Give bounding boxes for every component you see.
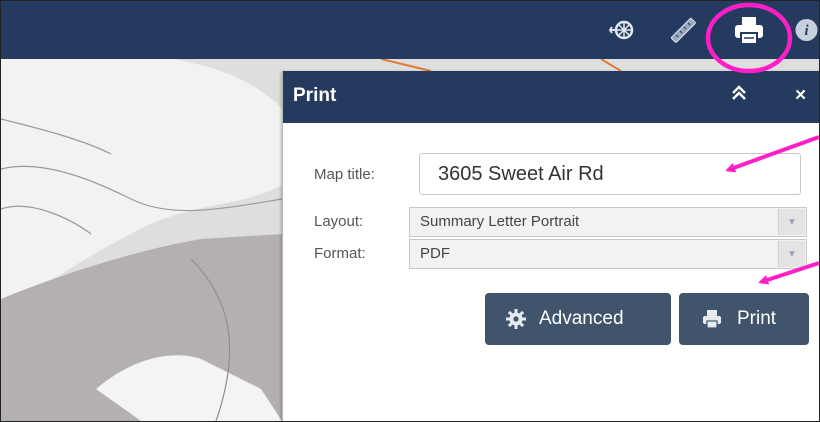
print-button-label: Print [737, 308, 777, 329]
measure-icon[interactable] [605, 13, 639, 47]
layout-label: Layout: [314, 213, 364, 230]
layout-selected-value: Summary Letter Portrait [420, 213, 580, 230]
top-toolbar: i [1, 1, 819, 59]
panel-title: Print [293, 85, 337, 106]
print-button[interactable]: Print [679, 293, 809, 345]
app-window: i Print × Map title: 3605 Sweet Air Rd L… [0, 0, 820, 422]
format-select[interactable]: PDF ▼ [409, 239, 807, 269]
ruler-icon[interactable] [665, 13, 699, 47]
format-label: Format: [314, 245, 366, 262]
print-icon[interactable] [732, 13, 766, 47]
gear-icon [506, 309, 526, 329]
format-selected-value: PDF [420, 245, 450, 262]
print-panel: Print × Map title: 3605 Sweet Air Rd Lay… [282, 71, 819, 421]
map-title-input[interactable]: 3605 Sweet Air Rd [419, 153, 801, 195]
info-icon[interactable]: i [794, 13, 819, 47]
close-button[interactable]: × [795, 85, 806, 107]
map-title-label: Map title: [314, 166, 375, 183]
collapse-button[interactable] [731, 85, 747, 107]
double-chevron-up-icon [732, 85, 746, 100]
advanced-button-label: Advanced [539, 308, 624, 329]
dropdown-arrow-icon[interactable]: ▼ [778, 209, 805, 235]
print-icon [703, 310, 721, 329]
dropdown-arrow-icon[interactable]: ▼ [778, 241, 805, 267]
panel-header: Print × [283, 71, 819, 123]
layout-select[interactable]: Summary Letter Portrait ▼ [409, 207, 807, 237]
advanced-button[interactable]: Advanced [485, 293, 671, 345]
